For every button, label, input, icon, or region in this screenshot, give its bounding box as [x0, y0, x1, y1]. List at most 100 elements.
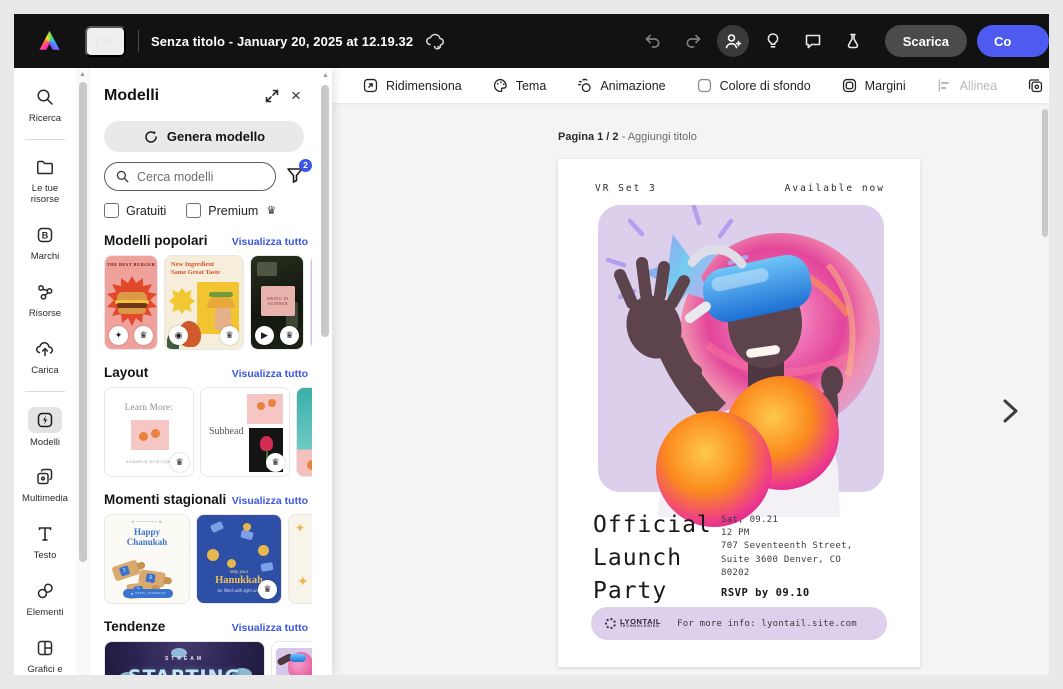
page-label[interactable]: Pagina 1 / 2 - Aggiungi titolo — [558, 131, 697, 143]
template-search-box[interactable] — [104, 162, 276, 191]
animation-button[interactable]: Animazione — [576, 77, 665, 94]
seasonal-card-partial[interactable]: ✦ ✦ ✦ ✦ Cha — [288, 514, 312, 604]
scroll-up-arrow[interactable]: ▲ — [79, 71, 86, 78]
canvas-scroll-thumb[interactable] — [1042, 109, 1048, 237]
view-all-trends[interactable]: Visualizza tutto — [232, 622, 308, 634]
flyer-availability-label[interactable]: Available now — [785, 183, 885, 194]
section-popular: Modelli popolari Visualizza tutto — [104, 233, 308, 248]
panel-header: Modelli × — [104, 84, 308, 108]
file-menu[interactable]: File — [85, 26, 126, 57]
search-row: 2 — [104, 162, 308, 191]
premium-checkbox[interactable]: Premium — [186, 203, 258, 218]
artboard-page-1[interactable]: VR Set 3 Available now — [558, 159, 920, 667]
layout-card-partial[interactable] — [296, 387, 312, 477]
add-title-hint[interactable]: - Aggiungi titolo — [622, 131, 697, 143]
sidebar-item-carica[interactable]: Carica — [17, 330, 73, 385]
flyer-image-background[interactable] — [598, 205, 884, 492]
layout-card-subhead[interactable]: Subhead The quick brown fox jumped over … — [200, 387, 290, 477]
photo-badge-icon: ◉ — [169, 326, 188, 345]
sidebar-item-grafici-e-griglie[interactable]: Grafici e griglie — [17, 629, 73, 675]
undo-button[interactable] — [637, 25, 669, 57]
view-all-layout[interactable]: Visualizza tutto — [232, 368, 308, 380]
upload-cloud-icon — [30, 337, 60, 361]
checkbox-box[interactable] — [104, 203, 119, 218]
rail-scroll-thumb[interactable] — [79, 82, 87, 562]
panel-scroll-thumb[interactable] — [321, 85, 329, 337]
sidebar-item-multimedia[interactable]: Multimedia — [17, 458, 73, 513]
app-window: File Senza titolo - January 20, 2025 at … — [14, 14, 1049, 675]
beta-flask-button[interactable] — [837, 25, 869, 57]
document-title[interactable]: Senza titolo - January 20, 2025 at 12.19… — [151, 34, 413, 49]
folder-icon — [30, 155, 60, 179]
flyer-product-label[interactable]: VR Set 3 — [595, 183, 657, 194]
scroll-up-arrow[interactable]: ▲ — [322, 72, 329, 79]
sidebar-item-testo[interactable]: Testo — [17, 515, 73, 570]
next-page-chevron[interactable] — [997, 391, 1031, 431]
redo-button[interactable] — [677, 25, 709, 57]
panel-scrollbar[interactable]: ▲ — [320, 72, 330, 675]
layout-row: Learn More: EXAMPLE.SITE.COM ♛ Subhead T… — [104, 387, 312, 477]
bulk-create-button[interactable]: Crea in massa — [1027, 77, 1049, 94]
template-card-taco[interactable]: New Ingredient Same Great Taste ◉ ♛ — [164, 255, 244, 350]
sidebar-item-le-tue-risorse[interactable]: Le tue risorse — [17, 148, 73, 214]
free-checkbox[interactable]: Gratuiti — [104, 203, 166, 218]
search-icon — [30, 85, 60, 109]
close-panel-button[interactable]: × — [284, 84, 308, 108]
view-all-seasonal[interactable]: Visualizza tutto — [232, 495, 308, 507]
search-input[interactable] — [137, 170, 255, 184]
flyer-event-details[interactable]: Sat, 09.21 12 PM 707 Seventeenth Street,… — [721, 514, 853, 580]
rail-scrollbar[interactable]: ▲ — [76, 68, 90, 675]
sidebar-item-marchi[interactable]: B Marchi — [17, 216, 73, 271]
sidebar-item-elementi[interactable]: Elementi — [17, 572, 73, 627]
premium-crown-badge: ♛ — [220, 326, 239, 345]
panel-title: Modelli — [104, 87, 260, 105]
align-button: Allinea — [936, 77, 998, 94]
trend-card-starting[interactable]: STREAM STARTING @YOURDREAMWEBPAGE — [104, 641, 265, 675]
filter-button[interactable]: 2 — [285, 164, 308, 190]
flyer-rsvp[interactable]: RSVP by 09.10 — [721, 587, 810, 599]
section-layout: Layout Visualizza tutto — [104, 365, 308, 380]
template-card-video[interactable]: BRING IN SUMMER ▶ ♛ — [250, 255, 304, 350]
rail-divider — [25, 139, 65, 140]
download-button[interactable]: Scarica — [885, 25, 967, 57]
premium-crown-icon: ♛ — [266, 204, 276, 217]
template-card-burger[interactable]: THE BEST BURGER ✦ ♛ — [104, 255, 158, 350]
generate-sparkle-icon — [143, 129, 159, 145]
trend-card-vr-flyer[interactable]: OfficialLaunch — [271, 641, 312, 675]
lyontail-logo: LYONTAIL TECHNOLOGIES — [605, 618, 661, 629]
view-all-popular[interactable]: Visualizza tutto — [232, 236, 308, 248]
background-color-button[interactable]: Colore di sfondo — [696, 77, 811, 94]
comments-button[interactable] — [797, 25, 829, 57]
search-icon — [115, 169, 130, 184]
adobe-express-logo[interactable] — [36, 28, 63, 55]
invite-people-button[interactable] — [717, 25, 749, 57]
expand-panel-button[interactable] — [260, 84, 284, 108]
resize-button[interactable]: Ridimensiona — [362, 77, 462, 94]
layout-card-learn-more[interactable]: Learn More: EXAMPLE.SITE.COM ♛ — [104, 387, 194, 477]
theme-button[interactable]: Tema — [492, 77, 547, 94]
checkbox-box[interactable] — [186, 203, 201, 218]
section-trends: Tendenze Visualizza tutto — [104, 619, 308, 634]
left-rail: Ricerca Le tue risorse B Marchi Risorse … — [14, 68, 76, 675]
templates-panel: Modelli × Genera modello 2 — [90, 68, 332, 675]
margins-button[interactable]: Margini — [841, 77, 906, 94]
seasonal-card-chanukah[interactable]: ✡ ─────── ✡ Happy Chanukah נ ג ה ● ᴴᴬᴾᴾᵞ… — [104, 514, 190, 604]
flyer-title[interactable]: Official Launch Party — [593, 509, 712, 608]
main-area: Ridimensiona Tema Animazione Colore di s… — [332, 68, 1049, 675]
share-button[interactable]: Co — [977, 25, 1049, 57]
premium-crown-badge: ♛ — [258, 580, 277, 599]
flyer-footer-pill[interactable]: LYONTAIL TECHNOLOGIES For more info: lyo… — [591, 607, 887, 640]
topbar: File Senza titolo - January 20, 2025 at … — [14, 14, 1049, 68]
sidebar-item-ricerca[interactable]: Ricerca — [17, 78, 73, 133]
sidebar-item-risorse[interactable]: Risorse — [17, 273, 73, 328]
filter-checkboxes: Gratuiti Premium ♛ — [104, 203, 308, 218]
sidebar-item-modelli[interactable]: Modelli — [17, 400, 73, 457]
premium-crown-badge: ♛ — [170, 453, 189, 472]
trends-row: STREAM STARTING @YOURDREAMWEBPAGE Offici… — [104, 641, 312, 675]
seasonal-card-hanukkah[interactable]: May your Hanukkah be filled with light a… — [196, 514, 282, 604]
template-card-partial[interactable]: WIHII ✦ — [310, 255, 312, 350]
text-icon — [30, 522, 60, 546]
ideas-lightbulb-button[interactable] — [757, 25, 789, 57]
screenshot-frame: File Senza titolo - January 20, 2025 at … — [0, 0, 1063, 689]
generate-template-button[interactable]: Genera modello — [104, 121, 304, 152]
